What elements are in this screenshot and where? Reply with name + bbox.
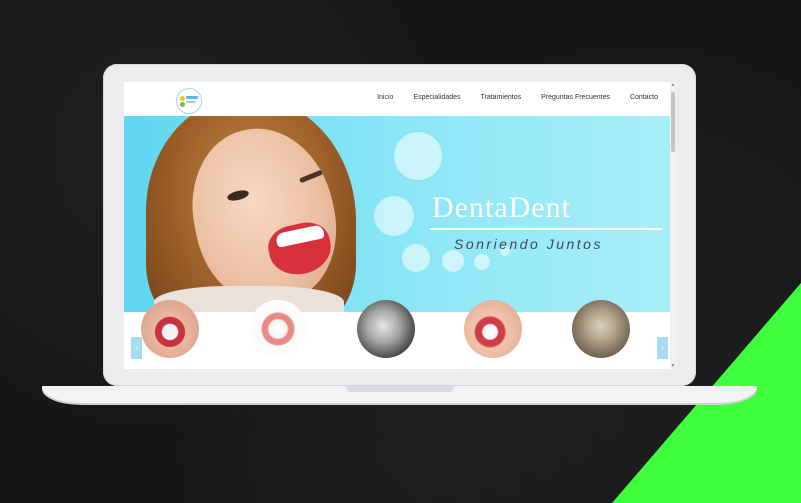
logo-dot-green <box>180 102 185 107</box>
laptop-notch <box>346 386 454 392</box>
carousel-item-smile-aligner[interactable] <box>141 300 199 358</box>
decor-bubble <box>474 254 490 270</box>
logo-wordmark <box>186 96 198 99</box>
scrollbar-thumb[interactable] <box>671 92 675 152</box>
carousel-item-prosthesis[interactable] <box>249 300 307 358</box>
nav-item-tratamientos[interactable]: Tratamientos <box>481 94 522 101</box>
decor-bubble <box>442 250 464 272</box>
decor-bubble <box>402 244 430 272</box>
carousel-item-label <box>458 362 528 368</box>
carousel-item-xray[interactable] <box>357 300 415 358</box>
site-header: Inicio Especialidades Tratamientos Pregu… <box>124 82 676 116</box>
browser-screen: Inicio Especialidades Tratamientos Pregu… <box>124 82 676 369</box>
hero-brand-title: DentaDent <box>432 191 571 224</box>
carousel-item-label <box>135 362 205 368</box>
carousel-item-smile-tool[interactable] <box>464 300 522 358</box>
decor-bubble <box>394 132 442 180</box>
carousel-next-button[interactable]: › <box>657 337 668 359</box>
carousel-item-label <box>351 362 421 368</box>
chevron-right-icon: › <box>661 343 664 352</box>
main-nav: Inicio Especialidades Tratamientos Pregu… <box>377 94 658 101</box>
dentadent-logo[interactable] <box>176 88 202 114</box>
treatments-carousel: ‹ › <box>124 300 670 369</box>
carousel-item-label <box>243 362 313 368</box>
decor-bubble <box>374 196 414 236</box>
nav-item-contacto[interactable]: Contacto <box>630 94 658 101</box>
page-scrollbar[interactable]: ▲ ▼ <box>670 82 676 369</box>
scroll-down-arrow-icon[interactable]: ▼ <box>670 363 676 369</box>
hero-tagline: Sonriendo Juntos <box>454 236 603 252</box>
nav-item-especialidades[interactable]: Especialidades <box>413 94 460 101</box>
logo-dot-yellow <box>180 96 185 101</box>
carousel-item-tooth-closeup[interactable] <box>572 300 630 358</box>
nav-item-preguntas-frecuentes[interactable]: Preguntas Frecuentes <box>541 94 610 101</box>
carousel-prev-button[interactable]: ‹ <box>131 337 142 359</box>
nav-item-inicio[interactable]: Inicio <box>377 94 393 101</box>
scroll-up-arrow-icon[interactable]: ▲ <box>670 82 676 88</box>
chevron-left-icon: ‹ <box>135 343 138 352</box>
logo-wordmark-sub <box>186 101 196 103</box>
hero-divider <box>430 228 662 230</box>
carousel-item-label <box>566 362 636 368</box>
hero-banner: DentaDent Sonriendo Juntos <box>124 116 670 312</box>
